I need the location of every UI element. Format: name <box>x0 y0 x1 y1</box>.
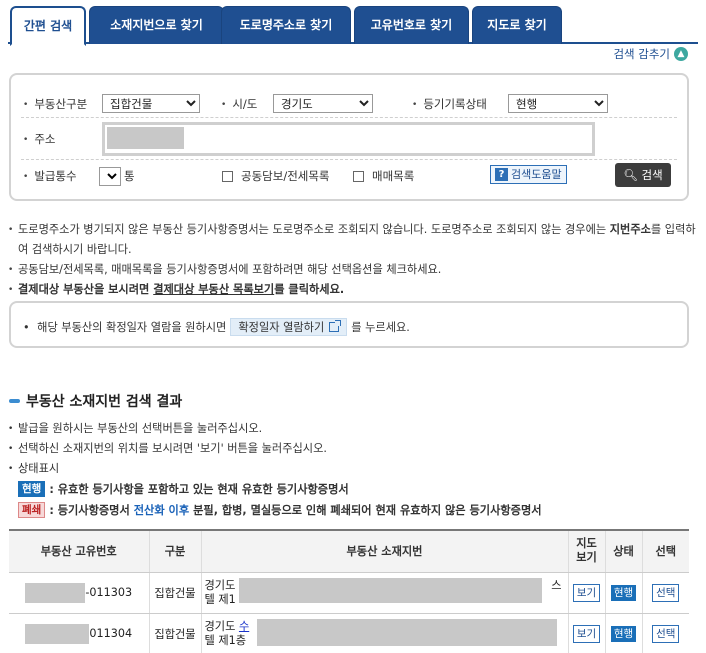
sale-list-checkbox[interactable] <box>353 170 364 182</box>
address-input[interactable] <box>102 122 595 156</box>
search-help-button[interactable]: ? 검색도움말 <box>490 165 567 184</box>
results-note: 선택하신 소재지번의 위치를 보시려면 '보기' 버튼을 눌러주십시오. <box>8 439 698 459</box>
table-row: 011304 집합건물 경기도 수텔 제1층 보기 현행 선택 <box>9 613 689 653</box>
redacted-text <box>25 623 90 644</box>
hide-search-toggle[interactable]: 검색 감추기 ▲ <box>613 46 688 62</box>
city-select[interactable]: 경기도 <box>273 94 373 113</box>
col-address: 부동산 소재지번 <box>200 529 568 573</box>
date-inquiry-box: • 해당 부동산의 확정일자 열람을 원하시면 확정일자 열람하기 를 누르세요… <box>9 301 689 348</box>
sale-list-option[interactable]: 매매목록 <box>353 168 414 184</box>
notice-item: 결제대상 부동산을 보시려면 결제대상 부동산 목록보기를 클릭하세요. <box>8 280 698 300</box>
search-button[interactable]: 🔍︎ 검색 <box>615 163 671 187</box>
col-map: 지도 보기 <box>567 529 605 573</box>
type-cell: 집합건물 <box>148 572 201 614</box>
search-form: 부동산구분 집합건물 시/도 경기도 등기기록상태 현행 주소 발급통수 1 통… <box>9 73 689 201</box>
joint-collateral-checkbox[interactable] <box>222 170 233 182</box>
search-icon: 🔍︎ <box>623 168 638 182</box>
tab-unique-number-search[interactable]: 고유번호로 찾기 <box>354 6 469 44</box>
property-type-select[interactable]: 집합건물 <box>102 94 200 113</box>
address-cell: 경기도 수텔 제1층 <box>200 613 568 653</box>
col-select: 선택 <box>641 529 689 573</box>
results-note: 발급을 원하시는 부동산의 선택버튼을 눌러주십시오. <box>8 419 698 439</box>
address-label: 주소 <box>23 131 55 147</box>
record-status-label: 등기기록상태 <box>412 96 486 112</box>
redacted-text <box>256 618 557 646</box>
results-title: 부동산 소재지번 검색 결과 <box>9 391 182 411</box>
tab-simple-search[interactable]: 간편 검색 <box>10 6 86 46</box>
type-cell: 집합건물 <box>148 613 201 653</box>
address-cell: 경기도 텔 제1 스 <box>200 572 568 614</box>
property-type-label: 부동산구분 <box>23 96 87 112</box>
notice-list: 도로명주소가 병기되지 않은 부동산 등기사항증명서는 도로명주소로 조회되지 … <box>8 220 698 300</box>
select-button[interactable]: 선택 <box>652 583 680 602</box>
results-notes: 발급을 원하시는 부동산의 선택버튼을 눌러주십시오. 선택하신 소재지번의 위… <box>8 419 698 479</box>
date-inquiry-button[interactable]: 확정일자 열람하기 <box>230 318 348 336</box>
redacted-text <box>107 127 184 149</box>
map-view-button[interactable]: 보기 <box>572 583 601 602</box>
external-link-icon <box>329 320 342 332</box>
redacted-text <box>238 577 542 603</box>
unique-number-cell: 011304 <box>9 613 149 653</box>
address-link[interactable]: 수 <box>239 620 249 633</box>
select-button[interactable]: 선택 <box>652 624 680 643</box>
results-table: 부동산 고유번호 구분 부동산 소재지번 지도 보기 상태 선택 -011303 … <box>9 529 689 653</box>
redacted-text <box>25 582 86 603</box>
results-note: 상태표시 <box>8 459 698 479</box>
table-header: 부동산 고유번호 구분 부동산 소재지번 지도 보기 상태 선택 <box>9 529 689 573</box>
notice-item: 공동담보/전세목록, 매매목록을 등기사항증명서에 포함하려면 해당 선택옵션을… <box>8 260 698 280</box>
payment-target-list-link[interactable]: 결제대상 부동산 목록보기 <box>153 283 274 296</box>
tab-road-address-search[interactable]: 도로명주소로 찾기 <box>221 6 351 44</box>
col-type: 구분 <box>148 529 201 573</box>
status-badge: 현행 <box>610 584 637 601</box>
joint-collateral-option[interactable]: 공동담보/전세목록 <box>222 168 330 184</box>
joint-collateral-label: 공동담보/전세목록 <box>241 169 330 183</box>
copies-label: 발급통수 <box>23 168 76 184</box>
copies-select[interactable]: 1 <box>99 167 121 186</box>
current-badge: 현행 <box>18 481 46 497</box>
col-status: 상태 <box>604 529 642 573</box>
tab-map-search[interactable]: 지도로 찾기 <box>472 6 562 44</box>
sale-list-label: 매매목록 <box>372 169 415 183</box>
legend-closed: 폐쇄 : 등기사항증명서 전산화 이후 분필, 합병, 멸실등으로 인해 폐쇄되… <box>18 502 542 518</box>
legend-current: 현행 : 유효한 등기사항을 포함하고 있는 현재 유효한 등기사항증명서 <box>18 481 349 497</box>
notice-item: 도로명주소가 병기되지 않은 부동산 등기사항증명서는 도로명주소로 조회되지 … <box>8 220 698 260</box>
copies-unit: 통 <box>124 169 135 183</box>
search-button-label: 검색 <box>641 168 663 182</box>
table-row: -011303 집합건물 경기도 텔 제1 스 보기 현행 선택 <box>9 572 689 614</box>
divider <box>21 159 677 160</box>
record-status-select[interactable]: 현행 <box>508 94 608 113</box>
col-unique-number: 부동산 고유번호 <box>9 529 149 573</box>
date-inquiry-button-label: 확정일자 열람하기 <box>238 321 325 334</box>
search-help-label: 검색도움말 <box>511 168 562 181</box>
question-icon: ? <box>495 168 508 181</box>
city-label: 시/도 <box>221 96 257 112</box>
date-inquiry-text: 해당 부동산의 확정일자 열람을 원하시면 <box>37 321 227 334</box>
unique-number-cell: -011303 <box>9 572 149 614</box>
title-bullet-icon <box>9 399 20 403</box>
date-inquiry-suffix: 를 누르세요. <box>351 321 410 334</box>
map-view-button[interactable]: 보기 <box>572 624 601 643</box>
divider <box>21 117 677 118</box>
status-badge: 현행 <box>610 625 637 642</box>
closed-badge: 폐쇄 <box>18 502 46 518</box>
search-tabs: 간편 검색 소재지번으로 찾기 도로명주소로 찾기 고유번호로 찾기 지도로 찾… <box>8 6 698 46</box>
hide-search-label: 검색 감추기 <box>613 47 670 61</box>
chevron-up-icon: ▲ <box>674 47 688 61</box>
tab-lot-number-search[interactable]: 소재지번으로 찾기 <box>89 6 224 44</box>
results-title-text: 부동산 소재지번 검색 결과 <box>26 394 183 410</box>
